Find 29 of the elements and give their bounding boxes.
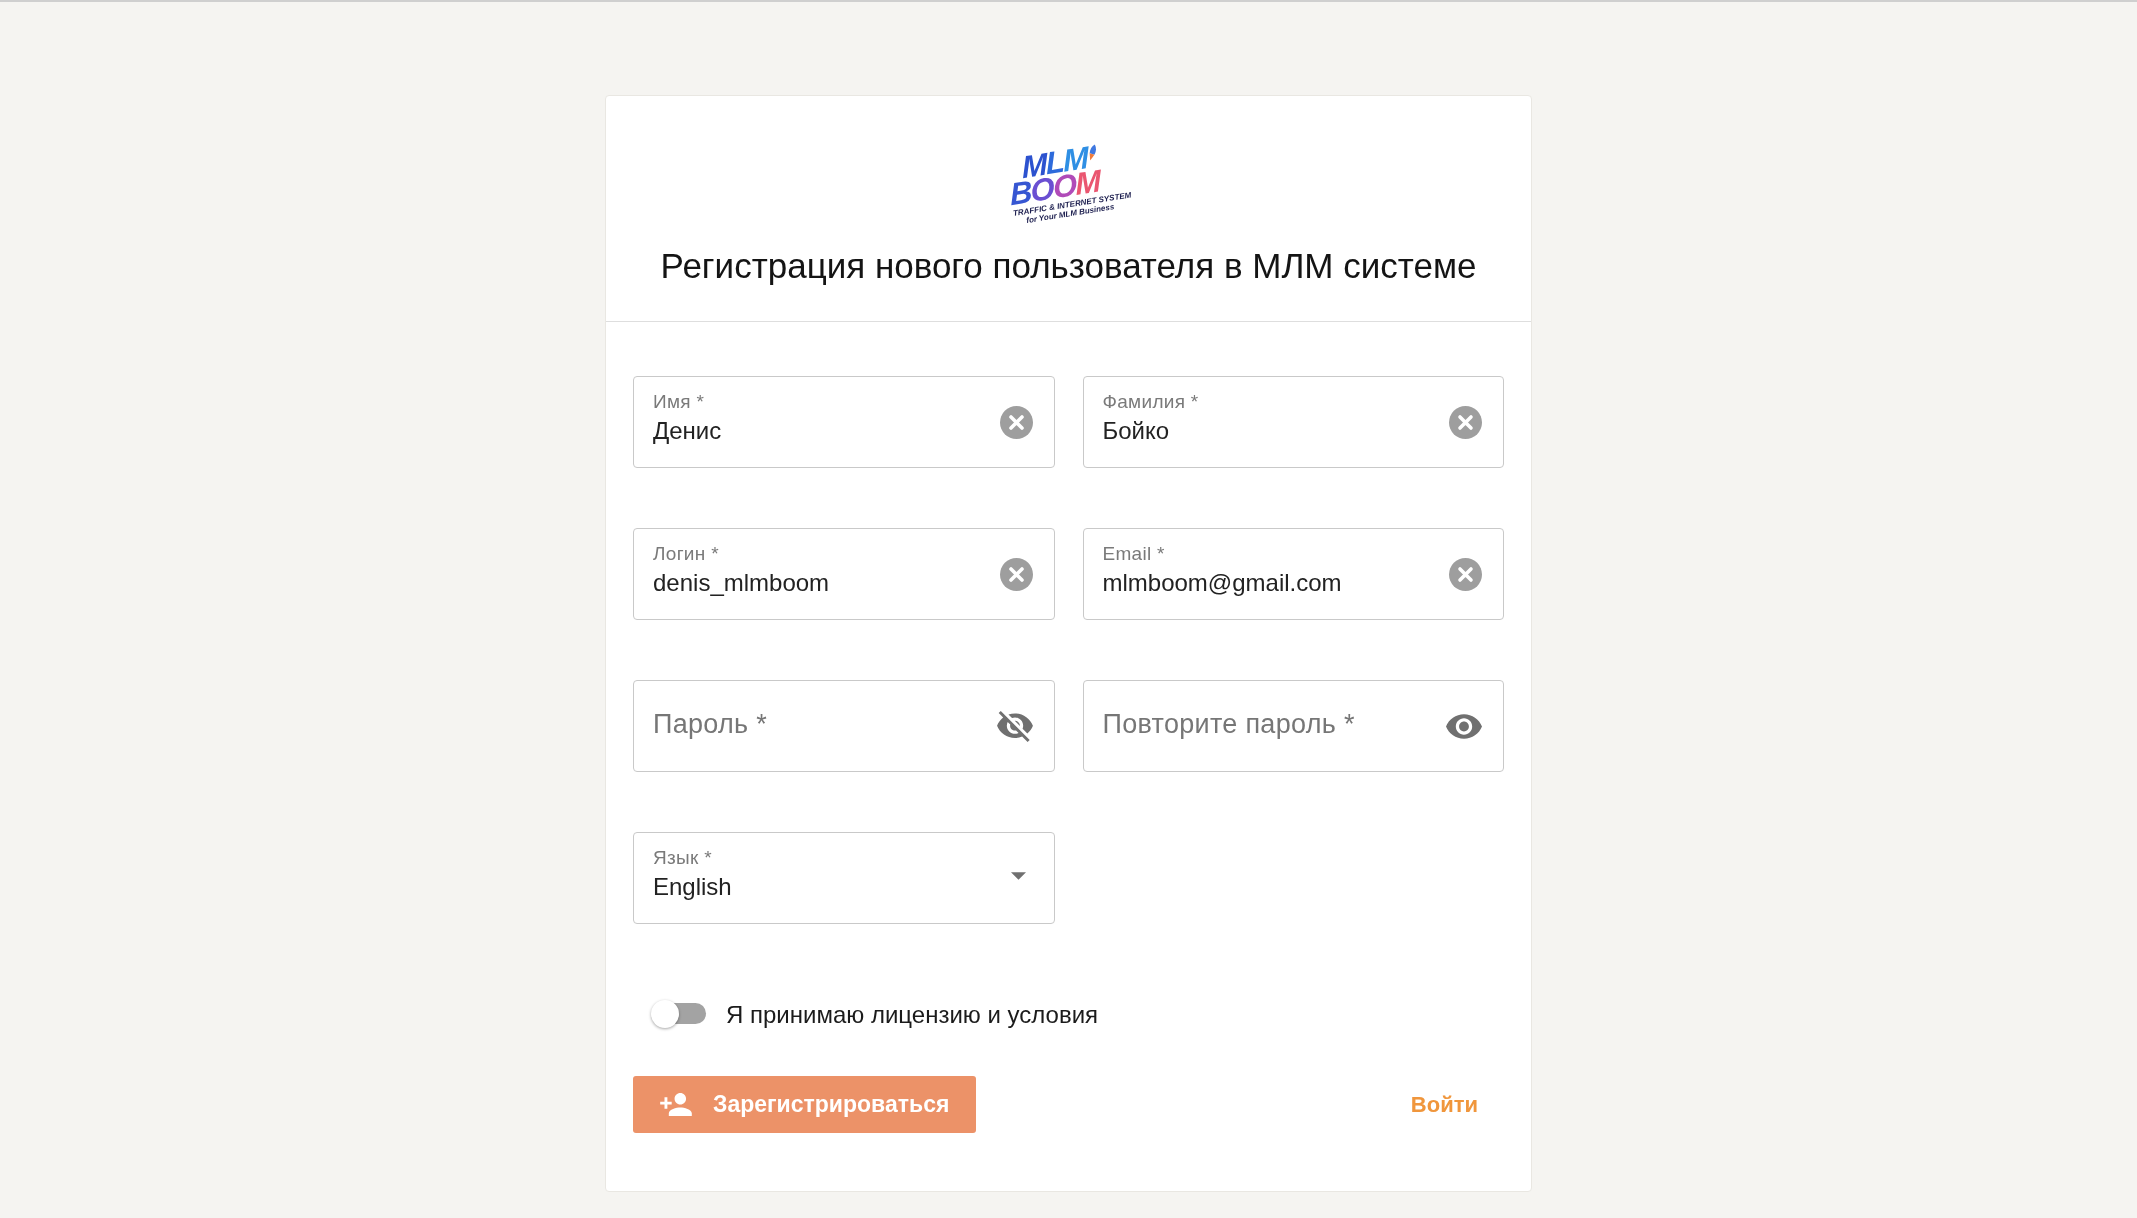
field-label: Фамилия * (1102, 391, 1199, 413)
field-label: Язык * (653, 847, 712, 869)
clear-icon[interactable] (999, 405, 1033, 439)
page-title: Регистрация нового пользователя в МЛМ системе (660, 246, 1477, 286)
text-input[interactable]: mlmboom@gmail.com (1102, 569, 1437, 597)
password-field[interactable]: Повторите пароль * (1082, 680, 1504, 772)
text-field[interactable]: Логин * denis_mlmboom (633, 528, 1055, 620)
toggle-label: Я принимаю лицензию и условия (726, 1000, 1099, 1030)
password-input[interactable]: Пароль * (653, 708, 985, 740)
toggle-switch[interactable] (650, 999, 708, 1030)
text-input[interactable]: Денис (653, 417, 988, 445)
password-field[interactable]: Пароль * (633, 680, 1055, 772)
field-label: Имя * (653, 391, 705, 413)
clear-icon[interactable] (999, 557, 1033, 591)
text-field[interactable]: Email * mlmboom@gmail.com (1082, 528, 1504, 620)
dropdown[interactable]: Язык * English (633, 832, 1055, 924)
text-field[interactable]: Имя * Денис (633, 376, 1055, 468)
text-input[interactable]: denis_mlmboom (653, 569, 988, 597)
text-field[interactable]: Фамилия * Бойко (1082, 376, 1504, 468)
caret-icon (1010, 872, 1026, 880)
eye-slash-icon[interactable] (996, 710, 1033, 742)
text-input[interactable]: Бойко (1102, 417, 1437, 445)
eye-icon[interactable] (1446, 713, 1482, 739)
clear-icon[interactable] (1449, 405, 1482, 439)
password-input[interactable]: Повторите пароль * (1102, 708, 1434, 740)
person-add-icon (660, 1093, 692, 1116)
field-label: Логин * (653, 543, 719, 565)
field-label: Email * (1102, 543, 1165, 565)
clear-icon[interactable] (1449, 557, 1482, 591)
